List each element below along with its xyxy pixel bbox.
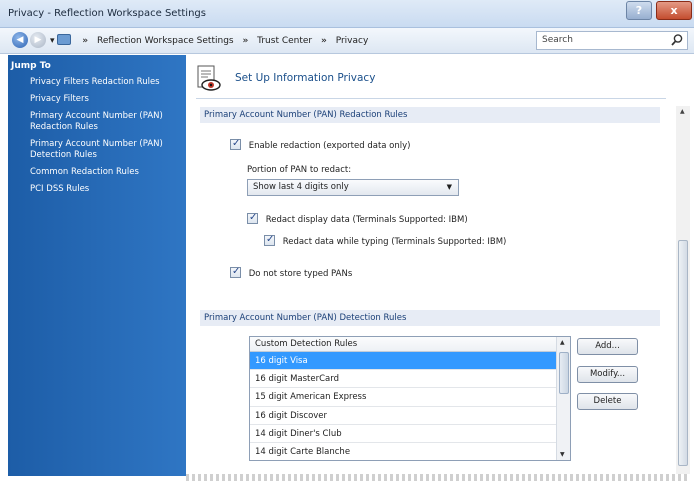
sidebar-item-privacy-filters-redaction-rules[interactable]: Privacy Filters Redaction Rules bbox=[30, 77, 180, 88]
custom-detection-rules-list[interactable]: Custom Detection Rules 16 digit Visa 16 … bbox=[249, 336, 571, 461]
do-not-store-row[interactable]: Do not store typed PANs bbox=[230, 265, 353, 281]
redact-while-typing-row[interactable]: Redact data while typing (Terminals Supp… bbox=[264, 233, 507, 249]
address-bar: ◀ ▶ ▾ » Reflection Workspace Settings » … bbox=[0, 28, 694, 54]
sidebar-item-pan-detection-rules[interactable]: Primary Account Number (PAN) Detection R… bbox=[30, 139, 180, 161]
back-icon[interactable]: ◀ bbox=[12, 32, 28, 48]
scroll-up-icon[interactable]: ▲ bbox=[680, 108, 685, 115]
title-bar: Privacy - Reflection Workspace Settings … bbox=[0, 0, 694, 28]
breadcrumb-item-trust-center[interactable]: Trust Center bbox=[257, 32, 312, 50]
forward-icon[interactable]: ▶ bbox=[30, 32, 46, 48]
search-placeholder: Search bbox=[542, 35, 573, 45]
section-header-redaction: Primary Account Number (PAN) Redaction R… bbox=[200, 107, 660, 123]
add-rule-button[interactable]: Add... bbox=[577, 338, 638, 355]
list-item[interactable]: 15 digit American Express bbox=[250, 388, 557, 407]
panel-scrollbar[interactable]: ▲ bbox=[676, 106, 690, 474]
breadcrumb-separator: » bbox=[242, 36, 249, 46]
privacy-eye-document-icon bbox=[197, 65, 221, 91]
redact-display-row[interactable]: Redact display data (Terminals Supported… bbox=[247, 211, 468, 227]
portion-dropdown-value: Show last 4 digits only bbox=[253, 182, 349, 192]
enable-redaction-row[interactable]: Enable redaction (exported data only) bbox=[230, 137, 411, 153]
list-item[interactable]: 14 digit Diner's Club bbox=[250, 425, 557, 443]
list-scrollbar[interactable]: ▲ ▼ bbox=[556, 337, 570, 460]
breadcrumb: ▾ » Reflection Workspace Settings » Trus… bbox=[50, 32, 535, 50]
breadcrumb-separator: » bbox=[321, 36, 327, 46]
panel-header: Set Up Information Privacy bbox=[186, 55, 676, 102]
panel-scroll-thumb[interactable] bbox=[678, 240, 688, 466]
sidebar-heading: Jump To bbox=[11, 61, 51, 71]
torn-edge bbox=[186, 474, 690, 481]
list-item[interactable]: 16 digit MasterCard bbox=[250, 370, 557, 389]
search-input[interactable]: Search bbox=[536, 31, 688, 50]
portion-dropdown[interactable]: Show last 4 digits only ▼ bbox=[247, 179, 459, 196]
redact-while-typing-label: Redact data while typing (Terminals Supp… bbox=[282, 237, 507, 247]
chevron-down-icon[interactable]: ▾ bbox=[50, 32, 55, 50]
header-divider bbox=[196, 98, 666, 99]
redact-display-label: Redact display data (Terminals Supported… bbox=[265, 215, 468, 225]
enable-redaction-checkbox[interactable] bbox=[230, 137, 241, 151]
list-item[interactable]: 16 digit Visa bbox=[250, 352, 557, 371]
scroll-up-icon[interactable]: ▲ bbox=[560, 339, 565, 346]
modify-rule-button[interactable]: Modify... bbox=[577, 366, 638, 383]
search-icon[interactable] bbox=[670, 33, 684, 47]
close-button[interactable]: x bbox=[656, 1, 692, 20]
do-not-store-checkbox[interactable] bbox=[230, 265, 241, 279]
sidebar-item-pci-dss-rules[interactable]: PCI DSS Rules bbox=[30, 184, 180, 195]
redact-while-typing-checkbox[interactable] bbox=[264, 233, 275, 247]
enable-redaction-label: Enable redaction (exported data only) bbox=[248, 141, 411, 151]
list-scroll-thumb[interactable] bbox=[559, 352, 569, 394]
breadcrumb-separator: » bbox=[82, 36, 89, 46]
do-not-store-label: Do not store typed PANs bbox=[248, 269, 353, 279]
list-item[interactable]: 14 digit Carte Blanche bbox=[250, 443, 557, 460]
delete-rule-button[interactable]: Delete bbox=[577, 393, 638, 410]
help-button[interactable]: ? bbox=[626, 1, 652, 20]
page-title: Set Up Information Privacy bbox=[235, 72, 376, 84]
portion-label: Portion of PAN to redact: bbox=[247, 165, 352, 175]
jump-to-sidebar: Jump To Privacy Filters Redaction Rules … bbox=[8, 55, 186, 476]
list-item[interactable]: 16 digit Discover bbox=[250, 407, 557, 425]
chevron-down-icon: ▼ bbox=[446, 183, 452, 191]
sidebar-item-common-redaction-rules[interactable]: Common Redaction Rules bbox=[30, 167, 180, 178]
redact-display-checkbox[interactable] bbox=[247, 211, 258, 225]
scroll-down-icon[interactable]: ▼ bbox=[560, 451, 565, 458]
settings-panel: Set Up Information Privacy Primary Accou… bbox=[186, 55, 676, 476]
section-header-detection: Primary Account Number (PAN) Detection R… bbox=[200, 310, 660, 326]
list-header: Custom Detection Rules bbox=[250, 337, 557, 352]
sidebar-item-pan-redaction-rules[interactable]: Primary Account Number (PAN) Redaction R… bbox=[30, 111, 180, 133]
sidebar-item-privacy-filters[interactable]: Privacy Filters bbox=[30, 94, 180, 105]
settings-network-icon bbox=[57, 34, 72, 45]
window-title: Privacy - Reflection Workspace Settings bbox=[8, 8, 206, 19]
breadcrumb-item-privacy[interactable]: Privacy bbox=[336, 32, 369, 50]
breadcrumb-item-workspace-settings[interactable]: Reflection Workspace Settings bbox=[97, 32, 234, 50]
